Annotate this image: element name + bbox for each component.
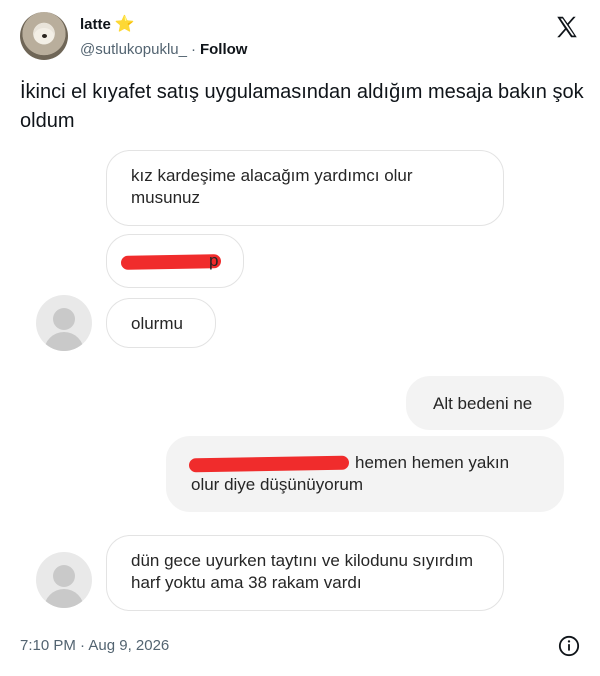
avatar-head (53, 565, 75, 587)
message-text-6: dün gece uyurken taytını ve kilodunu sıy… (131, 551, 474, 592)
follow-button[interactable]: Follow (200, 41, 248, 58)
display-name[interactable]: latte (80, 16, 111, 33)
message-text-4: Alt bedeni ne (433, 394, 533, 413)
sender-avatar-2 (36, 552, 92, 608)
info-icon[interactable] (558, 635, 580, 657)
avatar-body (44, 332, 84, 351)
x-logo-icon[interactable] (554, 14, 580, 40)
avatar-nose (42, 34, 47, 38)
author-avatar[interactable] (20, 12, 68, 60)
star-icon: ⭐ (114, 15, 135, 33)
tweet-timestamp[interactable]: 7:10 PM · Aug 9, 2026 (20, 637, 169, 654)
message-text-1: kız kardeşime alacağım yardımcı olur mus… (131, 166, 413, 207)
redaction-mark-1 (120, 254, 222, 270)
tweet-text: İkinci el kıyafet satış uygulamasından a… (20, 81, 584, 132)
chat-screenshot: kız kardeşime alacağım yardımcı olur mus… (0, 138, 600, 618)
message-bubble-5: hemen hemen yakın olur diye düşünüyorum (166, 436, 564, 512)
message-bubble-4: Alt bedeni ne (406, 376, 564, 430)
author-handle[interactable]: @sutlukopuklu_ (80, 41, 187, 58)
message-text-2: p (209, 251, 219, 270)
message-bubble-2: p (106, 234, 244, 288)
author-name-row: latte ⭐ (80, 16, 135, 33)
sender-avatar-1 (36, 295, 92, 351)
avatar-body (44, 589, 84, 608)
message-bubble-6: dün gece uyurken taytını ve kilodunu sıy… (106, 535, 504, 611)
message-bubble-1: kız kardeşime alacağım yardımcı olur mus… (106, 150, 504, 226)
message-text-3: olurmu (131, 314, 183, 333)
avatar-head (53, 308, 75, 330)
message-bubble-3: olurmu (106, 298, 216, 348)
handle-row: @sutlukopuklu_ · Follow (80, 41, 247, 58)
message-text-5: hemen hemen yakın olur diye düşünüyorum (191, 453, 510, 494)
separator-dot: · (190, 41, 196, 58)
